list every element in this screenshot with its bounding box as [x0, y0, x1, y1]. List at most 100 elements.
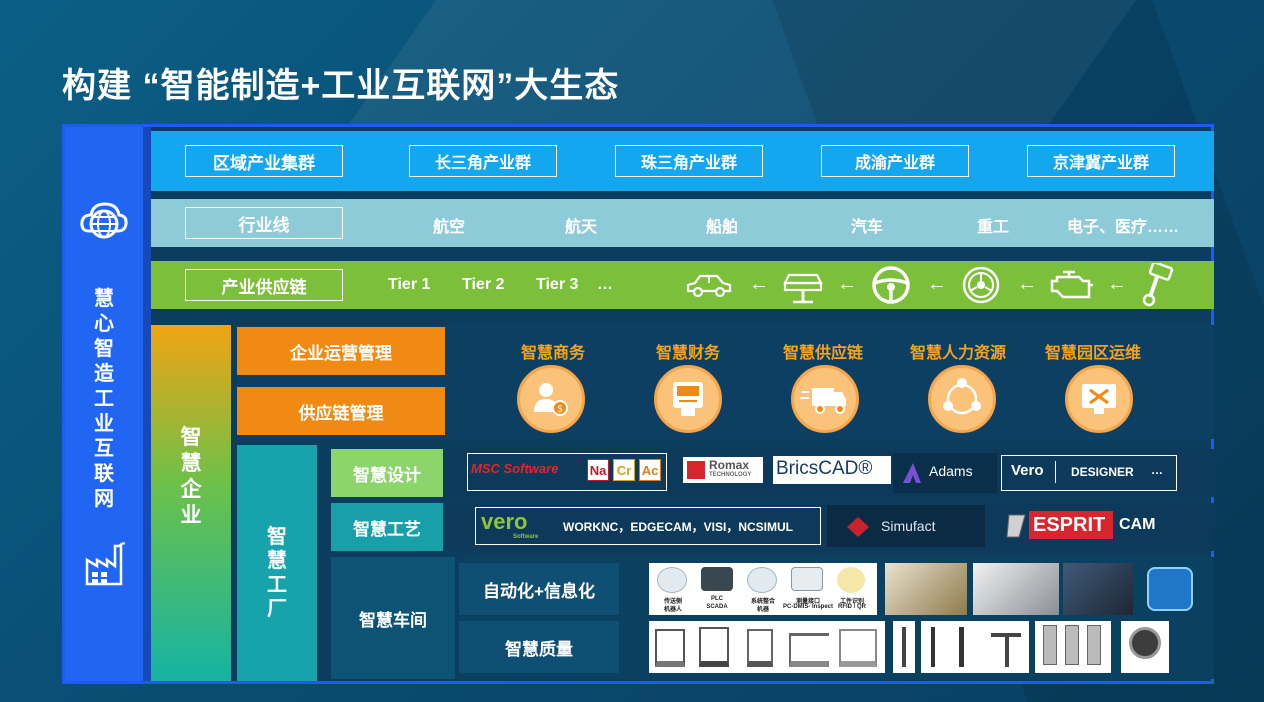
simufact-mark-icon: [847, 517, 869, 537]
automation-item-label: PC-DMIS- Inspect: [782, 604, 833, 610]
smart-quality-box: 智慧质量: [459, 621, 619, 673]
automation-item-label: RFID / QR: [838, 604, 866, 610]
finance-icon: [654, 365, 722, 433]
automation-item-label: SCADA: [706, 604, 728, 610]
arm-icon: [931, 627, 935, 667]
service-label: 智慧供应链: [782, 345, 863, 362]
scanner-icon: [837, 567, 865, 593]
tier-label: Tier 1: [388, 276, 431, 293]
probes-photo: [1035, 621, 1111, 673]
smart-factory-label: 智慧工厂: [267, 526, 287, 620]
vero-logo: Vero: [1011, 462, 1044, 479]
region-item: 成渝产业群: [821, 145, 969, 177]
robot-cell-photo: [1063, 563, 1133, 615]
industry-item: 汽车: [851, 219, 884, 236]
vero-cam-subtitle: Software: [513, 534, 539, 540]
system-machine-icon: [747, 567, 777, 593]
cmm-machine-icon: [747, 629, 773, 667]
industry-item: 航天: [565, 219, 598, 236]
smart-enterprise-column: 智慧企业: [151, 325, 231, 681]
tier-label: …: [597, 276, 613, 293]
probe-icon: [1065, 625, 1079, 665]
vero-cam-logo: vero: [481, 509, 528, 534]
supply-chain-header: 产业供应链: [185, 269, 343, 301]
automation-box: 自动化+信息化: [459, 563, 619, 615]
esprit-mark-icon: [1006, 514, 1026, 538]
robot-arm-icon: [657, 567, 687, 593]
adams-logo: Adams: [929, 463, 973, 479]
supply-chain-management-box: 供应链管理: [237, 387, 445, 435]
service-label: 智慧人力资源: [909, 345, 1006, 362]
region-item: 京津冀产业群: [1027, 145, 1175, 177]
designer-logo: DESIGNER: [1071, 465, 1134, 479]
arrow-icon: ←: [749, 273, 769, 295]
arrow-icon: ←: [1017, 273, 1037, 295]
database-icon: [1147, 567, 1193, 611]
industry-item: 航空: [433, 219, 466, 236]
arrow-icon: ←: [837, 273, 857, 295]
service-label: 智慧园区运维: [1044, 345, 1141, 362]
msc-software-logo: MSC Software: [471, 461, 559, 476]
adams-mark-icon: [903, 463, 921, 483]
laser-tracker-photo: [1121, 621, 1169, 673]
craft-software-area: vero Software WORKNC，EDGECAM，VISI，NCSIMU…: [449, 503, 1214, 551]
svg-text:$: $: [557, 404, 563, 415]
portable-arms-photo: [921, 621, 1029, 673]
industry-row: 行业线 航空 航天 船舶 汽车 重工 电子、医疗……: [151, 199, 1214, 247]
automation-item-label: PLC: [711, 596, 723, 602]
simufact-logo: Simufact: [881, 518, 936, 534]
divider: [317, 445, 331, 681]
team-network-icon: [928, 365, 996, 433]
supply-chain-row: 产业供应链 Tier 1 Tier 2 Tier 3 … ← ← ← ← ←: [151, 261, 1214, 309]
cloud-globe-icon: [80, 202, 128, 239]
cmm-machines-photo: [649, 621, 885, 673]
automation-panel: 传送侧 机器人 PLC SCADA 系统整合 机器 测量接口 PC-DMIS- …: [649, 563, 877, 615]
factory-icon: [85, 542, 125, 586]
robot-photo: [885, 563, 967, 615]
operations-management-box: 企业运营管理: [237, 327, 445, 375]
cmm-machine-icon: [655, 629, 685, 667]
park-maintenance-icon: [1065, 365, 1133, 433]
smart-design-box: 智慧设计: [331, 449, 443, 497]
cmm-machine-icon: [789, 633, 829, 667]
arm-icon: [959, 627, 964, 667]
divider: [143, 127, 151, 681]
cam-software-list: WORKNC，EDGECAM，VISI，NCSIMUL: [563, 520, 793, 534]
factory-photo: [973, 563, 1059, 615]
bricscad-logo: BricsCAD®: [776, 458, 873, 479]
smart-factory-column: 智慧工厂: [237, 445, 317, 681]
tier-label: Tier 3: [536, 276, 579, 293]
arm-icon: [902, 627, 906, 667]
smart-enterprise-label: 智慧企业: [180, 426, 202, 527]
measurement-icon: [791, 567, 823, 591]
romax-mark-icon: [687, 461, 705, 479]
left-column-label: 慧心智造工业互联网: [94, 288, 114, 510]
laser-tracker-icon: [1129, 627, 1161, 659]
automation-item-label: 机器人: [663, 607, 682, 613]
romax-subtitle: TECHNOLOGY: [709, 472, 752, 478]
piston-icon: [1142, 263, 1174, 307]
arm-icon: [1005, 633, 1009, 667]
design-software-area: MSC Software Na Cr Ac Romax TECHNOLOGY B…: [449, 449, 1214, 497]
romax-logo: Romax: [709, 458, 750, 472]
delivery-truck-icon: [791, 365, 859, 433]
industry-item: 船舶: [706, 219, 739, 236]
plc-icon: [701, 567, 733, 591]
car-lift-icon: [783, 273, 823, 304]
probe-icon: [1043, 625, 1057, 665]
actran-logo: Ac: [639, 459, 661, 481]
cradle-logo: Cr: [613, 459, 635, 481]
wheel-hub-icon: [962, 266, 1000, 304]
business-icon: $: [517, 365, 585, 433]
car-icon: [686, 274, 732, 298]
region-item: 珠三角产业群: [615, 145, 763, 177]
arrow-icon: ←: [927, 273, 947, 295]
measuring-arm-photo: [893, 621, 915, 673]
divider: [1055, 461, 1056, 483]
region-item: 长三角产业群: [409, 145, 557, 177]
tier-label: Tier 2: [462, 276, 505, 293]
page-title: 构建 “智能制造+工业互联网”大生态: [62, 67, 620, 105]
ecosystem-diagram: 慧心智造工业互联网 区域产业集群 长三角产业群 珠三角产业群 成渝产业群 京津冀…: [62, 124, 1214, 684]
arrow-icon: ←: [1107, 273, 1127, 295]
service-label: 智慧财务: [655, 345, 720, 362]
